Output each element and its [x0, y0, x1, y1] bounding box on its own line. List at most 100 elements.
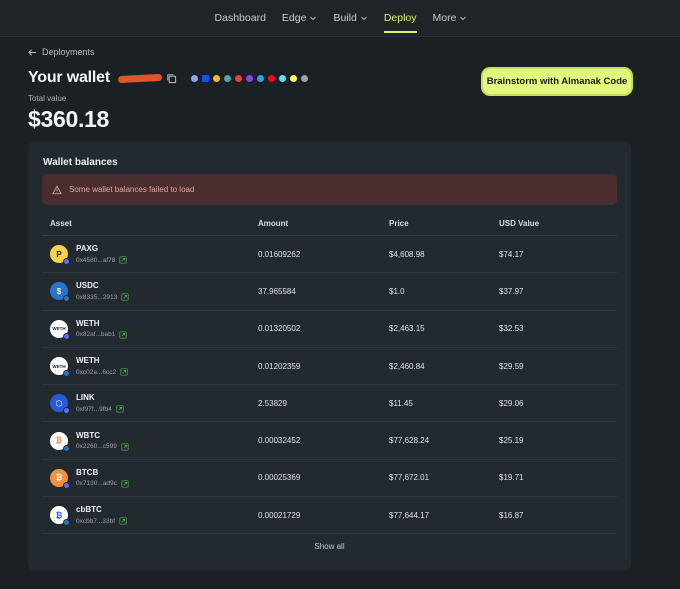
token-name: WETH: [76, 318, 100, 328]
brainstorm-button[interactable]: Brainstorm with Almanak Code: [483, 69, 631, 94]
asset-cell: WETH WETH 0x82af...bab1: [42, 318, 258, 340]
total-value: $360.18: [28, 106, 110, 132]
price-cell: $11.45: [389, 398, 413, 408]
amount-cell: 0.01609262: [258, 249, 301, 259]
token-meta: USDC 0x8335...2913: [76, 281, 129, 301]
token-meta: BTCB 0x7130...ad9c: [76, 468, 129, 488]
chain-badge-icon: [63, 258, 70, 266]
chain-badge-icon: [63, 295, 70, 303]
copy-icon[interactable]: [166, 73, 177, 84]
total-value-label: Total value: [28, 94, 67, 103]
nav-item-dashboard[interactable]: Dashboard: [215, 4, 266, 32]
token-meta: PAXG 0x4580...af78: [76, 244, 127, 264]
amount-cell: 2.53829: [258, 398, 287, 408]
usd-value-cell: $19.71: [499, 473, 524, 483]
table-row: ₿ cbBTC 0xcbb7...33bf 0.00021729 $77,644…: [42, 497, 617, 535]
chevron-down-icon: [459, 14, 467, 22]
token-name: PAXG: [76, 244, 99, 254]
nav-label: Edge: [281, 12, 307, 24]
table-row: WETH WETH 0x82af...bab1 0.01320502 $2,46…: [42, 311, 617, 348]
token-name: WETH: [76, 356, 100, 366]
table-row: ⬡ LINK 0xf97f...9fb4 2.53829 $11.45 $29.…: [42, 385, 617, 423]
external-link-icon[interactable]: [121, 293, 129, 301]
sonic-icon: [300, 74, 308, 82]
token-name: cbBTC: [76, 505, 102, 515]
token-address: 0x4580...af78: [76, 256, 116, 264]
token-address-row: 0x7130...ad9c: [76, 480, 129, 488]
paxg-icon: P: [50, 245, 70, 266]
table-row: ₿ WBTC 0x2260...c599 0.00032452 $77,628.…: [42, 422, 617, 460]
nav-label: Dashboard: [214, 12, 266, 24]
token-address: 0x7130...ad9c: [76, 480, 117, 488]
usd-value-cell: $32.53: [499, 324, 524, 334]
wallet-balances-card: Wallet balances Some wallet balances fai…: [28, 142, 631, 570]
usdc-icon: $: [50, 282, 70, 303]
amount-cell: 37.965584: [258, 286, 296, 296]
token-name: BTCB: [76, 467, 99, 477]
external-link-icon[interactable]: [121, 443, 129, 451]
weth-icon: WETH: [50, 357, 70, 378]
usd-value-cell: $37.97: [499, 286, 524, 296]
external-link-icon[interactable]: [119, 517, 127, 525]
table-header: Asset Amount Price USD Value: [42, 212, 617, 236]
nav-label: More: [432, 12, 457, 24]
show-all-button[interactable]: Show all: [28, 542, 631, 551]
asset-cell: ⬡ LINK 0xf97f...9fb4: [42, 393, 258, 415]
celo-icon: [289, 74, 297, 82]
asset-cell: $ USDC 0x8335...2913: [42, 281, 258, 303]
col-usd-value: USD Value: [499, 219, 540, 228]
price-cell: $77,628.24: [389, 436, 430, 446]
amount-cell: 0.01202359: [258, 361, 301, 371]
nav-items: Dashboard Edge Build Deploy More: [215, 4, 468, 33]
token-glyph: WETH: [52, 363, 66, 369]
back-label: Deployments: [42, 47, 95, 57]
bnb-icon: [212, 74, 220, 82]
back-link-deployments[interactable]: Deployments: [28, 47, 95, 57]
token-address-row: 0xf97f...9fb4: [76, 405, 124, 413]
token-address-row: 0x82af...bab1: [76, 331, 127, 339]
token-meta: cbBTC 0xcbb7...33bf: [76, 505, 127, 525]
price-cell: $1.0: [389, 286, 405, 296]
chevron-down-icon: [309, 14, 317, 22]
token-address-row: 0xcbb7...33bf: [76, 517, 127, 525]
token-address: 0x8335...2913: [76, 293, 118, 301]
usd-value-cell: $16.87: [499, 510, 524, 520]
optimism-icon: [267, 74, 275, 82]
chain-icons: [190, 74, 308, 82]
token-glyph: ₿: [55, 473, 63, 483]
chain-badge-icon: [63, 407, 70, 415]
chain-badge-icon: [63, 481, 70, 489]
error-alert: Some wallet balances failed to load: [42, 174, 617, 205]
amount-cell: 0.00032452: [258, 436, 301, 446]
external-link-icon[interactable]: [119, 331, 127, 339]
col-price: Price: [389, 219, 409, 228]
avalanche-icon: [234, 74, 242, 82]
asset-cell: WETH WETH 0xc02a...6cc2: [42, 356, 258, 378]
price-cell: $77,672.01: [389, 473, 430, 483]
usd-value-cell: $29.59: [499, 361, 524, 371]
token-name: LINK: [76, 393, 95, 403]
usd-value-cell: $74.17: [499, 249, 524, 259]
nav-item-build[interactable]: Build: [333, 4, 367, 32]
amount-cell: 0.00025369: [258, 473, 301, 483]
external-link-icon[interactable]: [119, 256, 127, 264]
price-cell: $2,460.84: [389, 361, 425, 371]
token-address: 0xf97f...9fb4: [76, 405, 112, 413]
token-address: 0x2260...c599: [76, 443, 117, 451]
wallet-title-row: Your wallet: [28, 69, 308, 87]
external-link-icon[interactable]: [116, 405, 124, 413]
token-name: USDC: [76, 281, 99, 291]
chain-badge-icon: [63, 332, 70, 340]
external-link-icon[interactable]: [121, 480, 129, 488]
nav-label: Build: [333, 12, 357, 24]
token-address-row: 0x4580...af78: [76, 256, 127, 264]
external-link-icon[interactable]: [120, 368, 128, 376]
btcb-icon: ₿: [50, 468, 70, 489]
chain-badge-icon: [63, 519, 70, 527]
alert-text: Some wallet balances failed to load: [69, 185, 195, 194]
token-address: 0x82af...bab1: [76, 331, 116, 339]
nav-item-more[interactable]: More: [433, 4, 468, 32]
nav-item-deploy[interactable]: Deploy: [383, 4, 417, 33]
nav-item-edge[interactable]: Edge: [282, 4, 318, 32]
table-body: P PAXG 0x4580...af78 0.01609262 $4,608.9…: [42, 236, 617, 535]
